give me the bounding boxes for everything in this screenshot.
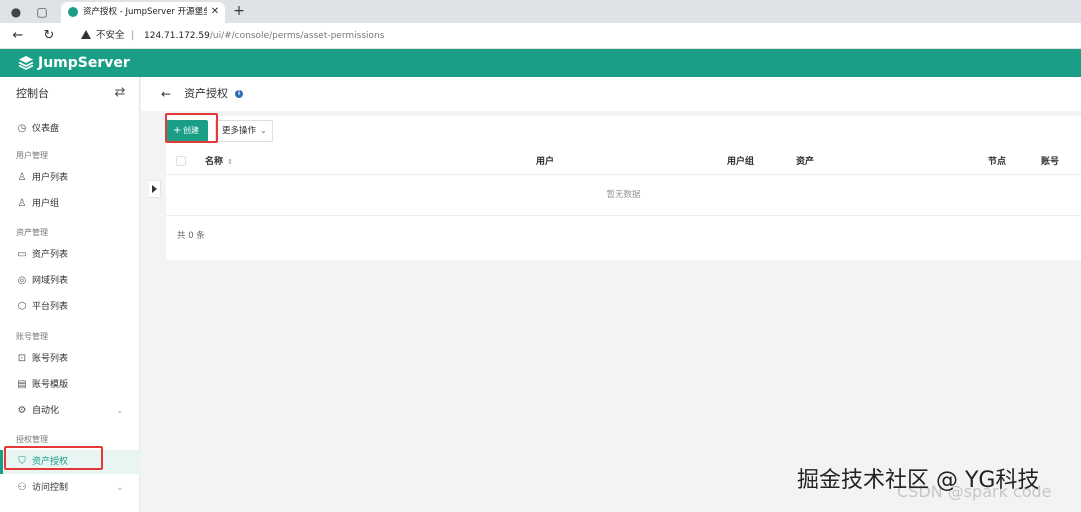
cube-icon: ⬡ bbox=[17, 301, 27, 312]
location-icon: ◎ bbox=[17, 275, 27, 286]
column-node: 节点 bbox=[988, 157, 1007, 167]
sidebar-group-user-management: 用户管理 bbox=[16, 151, 48, 160]
lock-icon: ⊡ bbox=[17, 353, 27, 364]
back-arrow-icon[interactable]: ← bbox=[159, 86, 173, 102]
sidebar-item-automation[interactable]: ⚙ 自动化 ⌄ bbox=[0, 399, 140, 423]
sidebar-collapse-handle[interactable] bbox=[149, 180, 161, 198]
column-asset: 资产 bbox=[796, 157, 815, 167]
more-actions-label: 更多操作 bbox=[222, 126, 257, 136]
sidebar-item-user-group[interactable]: ♙ 用户组 bbox=[0, 192, 140, 216]
highlight-create-button bbox=[165, 113, 218, 143]
table-empty-row: 暂无数据 bbox=[166, 175, 1081, 216]
column-account: 账号 bbox=[1041, 157, 1060, 167]
empty-text: 暂无数据 bbox=[606, 190, 641, 200]
warning-icon bbox=[81, 30, 91, 39]
pagination-total: 共 0 条 bbox=[177, 231, 205, 241]
sidebar-item-dashboard[interactable]: ◷ 仪表盘 bbox=[0, 117, 140, 141]
select-all-checkbox[interactable] bbox=[176, 156, 186, 166]
more-actions-button[interactable]: 更多操作 ⌄ bbox=[215, 120, 273, 142]
users-icon: ♙ bbox=[17, 198, 27, 209]
sidebar-item-label: 账号模版 bbox=[32, 380, 69, 390]
highlight-asset-permissions bbox=[4, 446, 103, 470]
sidebar-item-user-list[interactable]: ♙ 用户列表 bbox=[0, 166, 140, 190]
caret-right-icon bbox=[152, 185, 157, 193]
sidebar-item-asset-list[interactable]: ▭ 资产列表 bbox=[0, 243, 140, 267]
tab-title: 资产授权 - JumpServer 开源堡垒 bbox=[83, 7, 207, 17]
sidebar-item-label: 平台列表 bbox=[32, 302, 69, 312]
back-arrow-icon[interactable]: ← bbox=[10, 28, 26, 44]
sidebar-item-account-list[interactable]: ⊡ 账号列表 bbox=[0, 347, 140, 371]
jumpserver-logo-icon bbox=[18, 56, 34, 70]
sidebar-group-account-management: 账号管理 bbox=[16, 332, 48, 341]
swap-icon[interactable]: ⇄ bbox=[112, 85, 128, 101]
chevron-down-icon: ⌄ bbox=[116, 406, 124, 416]
url-separator: | bbox=[131, 30, 135, 41]
monitor-icon: ▭ bbox=[17, 249, 27, 260]
page-header: ← 资产授权 i bbox=[141, 77, 1081, 111]
sidebar-item-label: 仪表盘 bbox=[32, 124, 60, 134]
sidebar-item-label: 用户列表 bbox=[32, 173, 69, 183]
sidebar-item-label: 用户组 bbox=[32, 199, 60, 209]
browser-tab[interactable]: 资产授权 - JumpServer 开源堡垒 ✕ bbox=[61, 2, 225, 23]
user-icon: ♙ bbox=[17, 172, 27, 183]
chevron-down-icon: ⌄ bbox=[116, 483, 124, 493]
close-icon[interactable]: ✕ bbox=[209, 5, 221, 19]
address-bar: ← ↻ 不安全 | 124.71.172.59/ui/#/console/per… bbox=[0, 23, 1081, 49]
jumpserver-favicon-icon bbox=[68, 7, 78, 17]
sidebar-group-asset-management: 资产管理 bbox=[16, 228, 48, 237]
url-path: /ui/#/console/perms/asset-permissions bbox=[209, 31, 385, 41]
url-input[interactable]: 124.71.172.59/ui/#/console/perms/asset-p… bbox=[144, 29, 384, 43]
info-icon[interactable]: i bbox=[235, 90, 243, 98]
page-title: 资产授权 bbox=[184, 87, 228, 100]
sidebar-item-label: 资产列表 bbox=[32, 250, 69, 260]
profile-icon[interactable]: ● bbox=[8, 4, 24, 20]
sidebar-group-permission-management: 授权管理 bbox=[16, 435, 48, 444]
tab-actions-icon[interactable]: ▢ bbox=[34, 4, 50, 20]
url-host: 124.71.172.59 bbox=[144, 31, 210, 41]
access-icon: ⚇ bbox=[17, 482, 27, 493]
dashboard-icon: ◷ bbox=[17, 123, 27, 134]
sidebar-item-label: 网域列表 bbox=[32, 276, 69, 286]
watermark: 掘金技术社区 @ YG科技 bbox=[797, 468, 1040, 493]
sidebar-title: 控制台 bbox=[16, 87, 49, 100]
sidebar-item-access-control[interactable]: ⚇ 访问控制 ⌄ bbox=[0, 476, 140, 500]
column-name[interactable]: 名称 ⇕ bbox=[205, 155, 233, 169]
gear-icon: ⚙ bbox=[17, 405, 27, 416]
column-label: 名称 bbox=[205, 157, 224, 167]
sidebar-item-label: 访问控制 bbox=[32, 483, 69, 493]
new-tab-icon[interactable]: + bbox=[231, 3, 247, 19]
app-header: JumpServer bbox=[0, 49, 1081, 77]
sort-icon[interactable]: ⇕ bbox=[227, 155, 233, 169]
chevron-down-icon: ⌄ bbox=[260, 126, 267, 135]
sidebar-item-platform-list[interactable]: ⬡ 平台列表 bbox=[0, 295, 140, 319]
browser-tab-bar: ● ▢ 资产授权 - JumpServer 开源堡垒 ✕ + bbox=[0, 0, 1081, 23]
template-icon: ▤ bbox=[17, 379, 27, 390]
content-card: + 创建 更多操作 ⌄ 名称 ⇕ 用户 用户组 资产 节点 账号 暂无数据 共 0… bbox=[166, 116, 1081, 260]
sidebar-header: 控制台 ⇄ bbox=[0, 77, 140, 111]
insecure-label[interactable]: 不安全 bbox=[96, 29, 125, 43]
column-user-group: 用户组 bbox=[727, 157, 755, 167]
logo-text[interactable]: JumpServer bbox=[38, 54, 130, 72]
sidebar-item-label: 自动化 bbox=[32, 406, 60, 416]
column-user: 用户 bbox=[536, 157, 555, 167]
sidebar-item-label: 账号列表 bbox=[32, 354, 69, 364]
table-header: 名称 ⇕ 用户 用户组 资产 节点 账号 bbox=[166, 149, 1081, 175]
reload-icon[interactable]: ↻ bbox=[41, 28, 57, 44]
sidebar-item-domain-list[interactable]: ◎ 网域列表 bbox=[0, 269, 140, 293]
sidebar-item-account-template[interactable]: ▤ 账号模版 bbox=[0, 373, 140, 397]
